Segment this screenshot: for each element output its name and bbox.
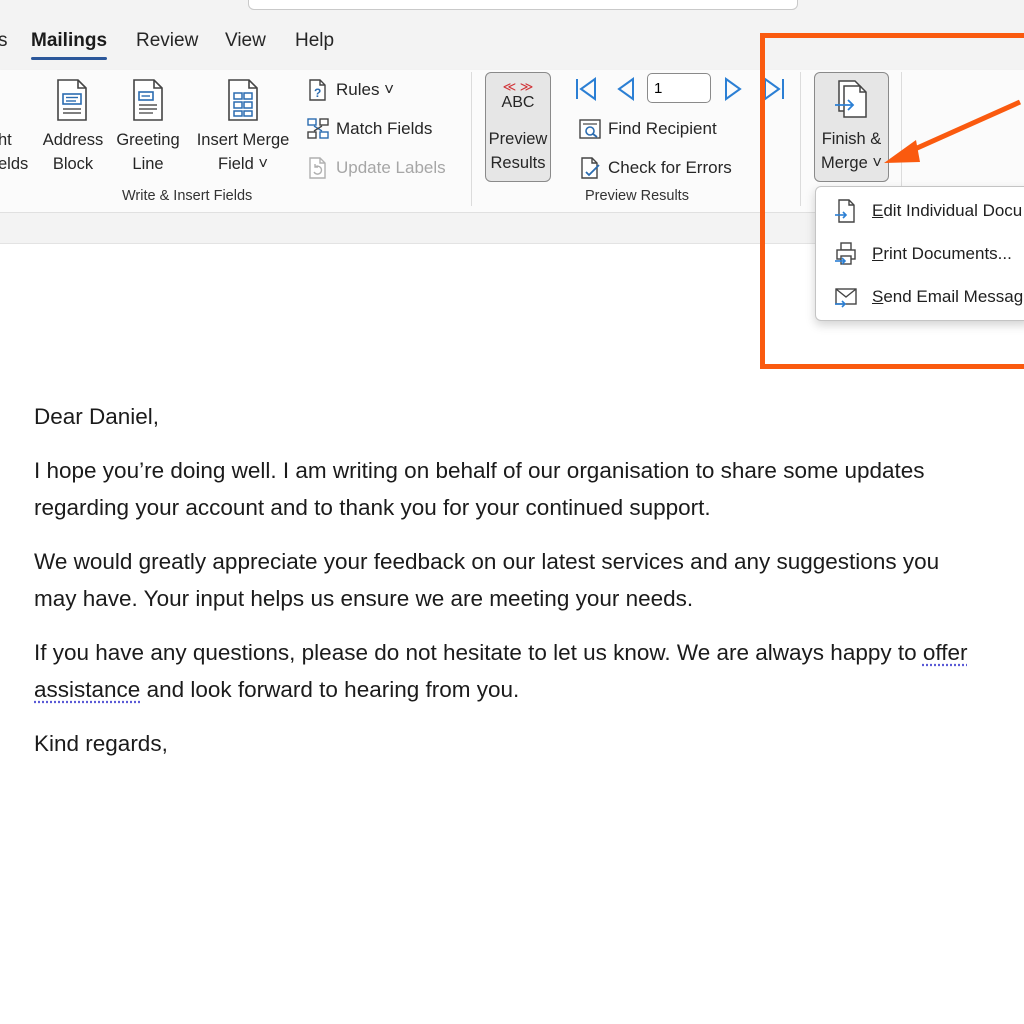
rules-icon: ? [309,79,326,101]
svg-text:?: ? [314,86,321,100]
find-recipient-label: Find Recipient [608,119,717,138]
check-errors-icon [581,157,600,179]
preview-results-line2: Results [490,154,546,172]
check-for-errors-label: Check for Errors [608,158,732,177]
greeting-paragraph: Dear Daniel, [34,404,160,429]
match-fields-label: Match Fields [336,119,433,138]
update-labels-button[interactable]: Update Labels [306,156,446,180]
closing-paragraph: Kind regards, [34,731,168,756]
record-number-input[interactable] [647,73,711,103]
greeting-line-line1: Greeting [116,131,180,149]
tab-partial[interactable]: s [0,30,8,52]
tab-mailings[interactable]: Mailings [31,30,108,60]
highlight-merge-fields-button[interactable]: ht elds [0,128,28,176]
rules-button[interactable]: ? Rules ˅ [306,78,394,102]
insert-merge-field-line2: Field ˅ [218,155,268,173]
next-record-icon[interactable] [722,77,744,101]
check-for-errors-button[interactable]: Check for Errors [578,156,732,180]
update-labels-label: Update Labels [336,158,446,177]
preview-results-group-label: Preview Results [585,188,689,204]
tab-review[interactable]: Review [136,30,198,52]
match-fields-icon [307,118,329,139]
preview-results-button[interactable]: ≪ ≫ ABC Preview Results [485,72,551,182]
paragraph-2: We would greatly appreciate your feedbac… [34,549,940,611]
highlight-label-line2: elds [0,155,29,173]
insert-merge-field-button[interactable]: Insert Merge Field ˅ [191,128,295,176]
update-labels-icon [309,157,326,179]
document-body[interactable]: Dear Daniel, I hope you’re doing well. I… [34,398,974,779]
address-block-line1: Address [42,131,104,149]
highlight-label-line1: ht [0,131,12,149]
annotation-arrow-icon [880,80,1024,170]
tab-view[interactable]: View [225,30,266,52]
abc-icon-text: ABC [501,94,535,111]
address-block-line2: Block [52,155,94,173]
greeting-line-button[interactable]: Greeting Line [113,128,183,176]
first-record-icon[interactable] [573,77,599,101]
ribbon-separator [471,72,472,206]
greeting-line-icon [131,78,165,122]
preview-results-label: Preview Results [486,127,550,175]
abc-preview-icon: ≪ ≫ ABC [486,80,550,112]
address-block-icon [55,78,89,122]
find-recipient-icon [579,119,601,139]
match-fields-button[interactable]: Match Fields [306,117,432,141]
paragraph-1: I hope you’re doing well. I am writing o… [34,458,925,520]
paragraph-3: If you have any questions, please do not… [34,640,968,702]
insert-merge-field-icon [226,78,260,122]
tab-help[interactable]: Help [295,30,334,52]
search-box[interactable] [248,0,798,10]
insert-merge-field-line1: Insert Merge [196,131,290,149]
write-insert-fields-group-label: Write & Insert Fields [122,188,253,204]
address-block-button[interactable]: Address Block [41,128,105,176]
preview-results-line1: Preview [488,130,548,148]
previous-record-icon[interactable] [615,77,637,101]
rules-label: Rules ˅ [336,80,395,99]
greeting-line-line2: Line [132,155,164,173]
find-recipient-button[interactable]: Find Recipient [578,117,717,141]
